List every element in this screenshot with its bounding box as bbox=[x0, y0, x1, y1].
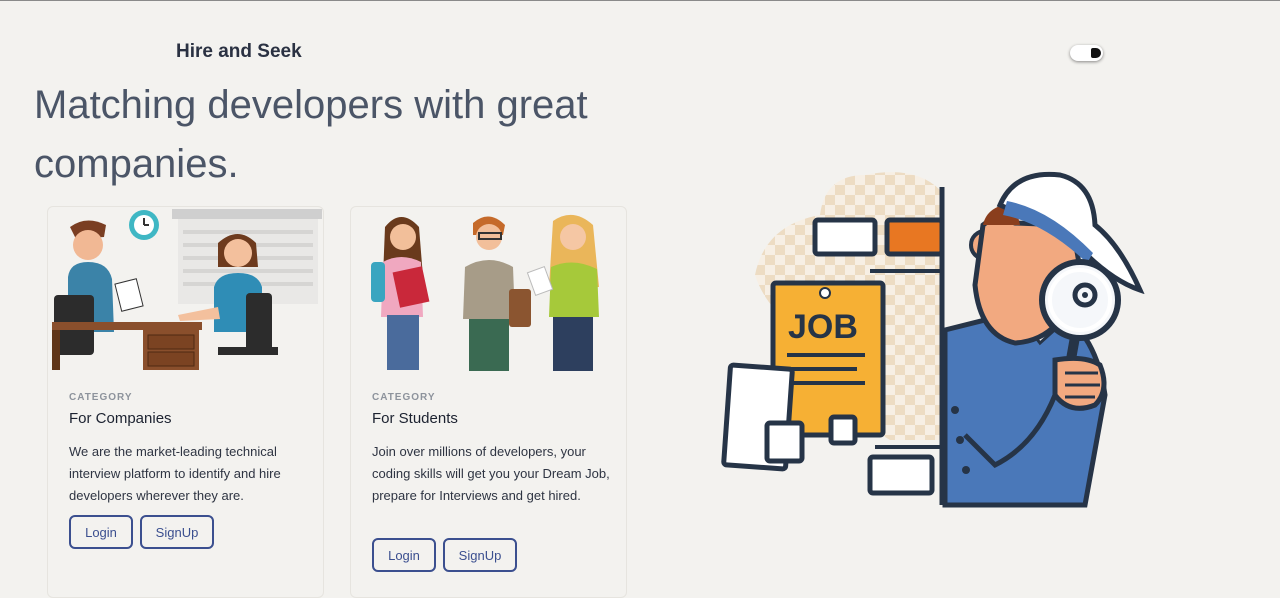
signup-button[interactable]: SignUp bbox=[140, 515, 214, 549]
card-companies: CATEGORY For Companies We are the market… bbox=[47, 206, 324, 598]
students-illustration bbox=[371, 214, 599, 371]
theme-toggle[interactable] bbox=[1070, 45, 1103, 61]
card-category: CATEGORY bbox=[69, 392, 133, 403]
signup-button[interactable]: SignUp bbox=[443, 538, 517, 572]
top-border bbox=[0, 0, 1280, 1]
login-button[interactable]: Login bbox=[372, 538, 436, 572]
card-title: For Companies bbox=[69, 410, 172, 427]
card-title: For Students bbox=[372, 410, 458, 427]
job-sign-text: JOB bbox=[788, 308, 858, 346]
login-button[interactable]: Login bbox=[69, 515, 133, 549]
card-category: CATEGORY bbox=[372, 392, 436, 403]
hero-heading: Matching developers with great companies… bbox=[34, 83, 588, 186]
card-students: CATEGORY For Students Join over millions… bbox=[350, 206, 627, 598]
card-description: We are the market-leading technical inte… bbox=[69, 444, 281, 503]
toggle-knob bbox=[1091, 48, 1101, 58]
card-description: Join over millions of developers, your c… bbox=[372, 444, 610, 503]
brand-title: Hire and Seek bbox=[176, 41, 302, 62]
job-search-illustration: JOB bbox=[721, 171, 1145, 508]
interview-illustration bbox=[52, 209, 322, 370]
